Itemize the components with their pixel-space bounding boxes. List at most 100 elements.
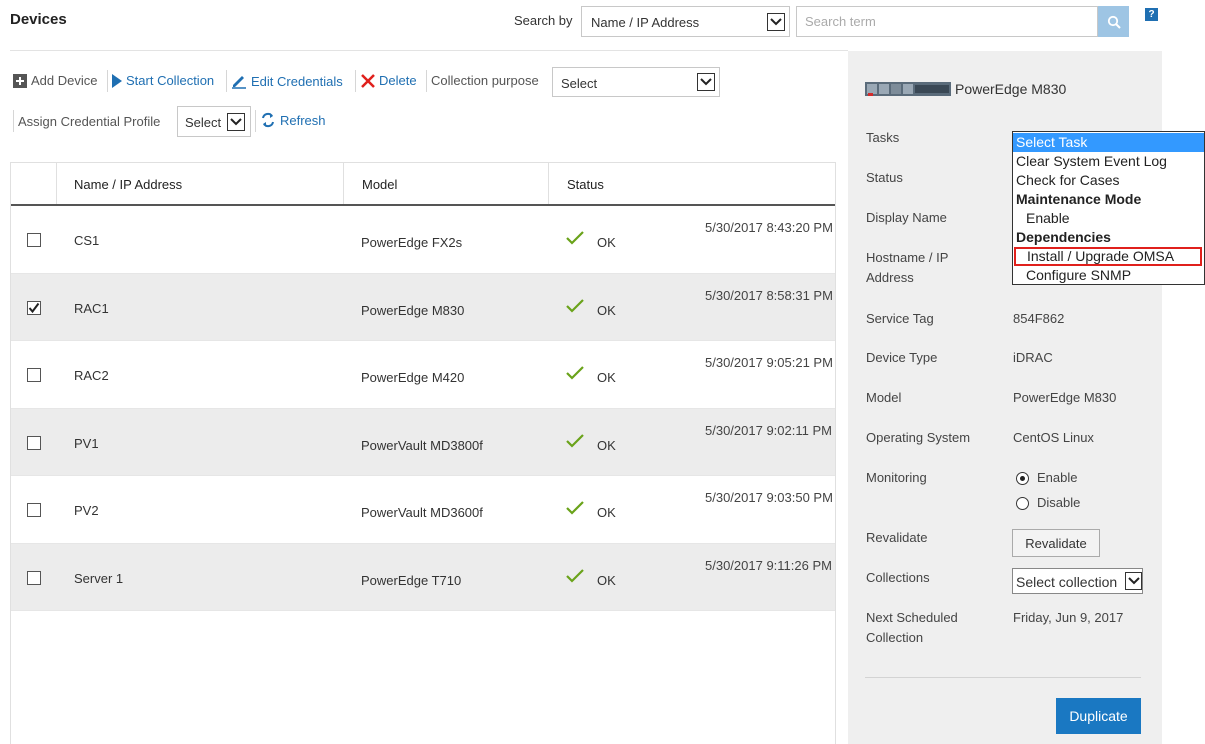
- task-option-clear-sel[interactable]: Clear System Event Log: [1013, 152, 1204, 171]
- device-status: OK: [597, 505, 616, 520]
- help-icon[interactable]: ?: [1145, 8, 1158, 21]
- monitoring-disable-radio[interactable]: [1016, 497, 1029, 510]
- ok-check-icon: [566, 366, 584, 380]
- column-header-name[interactable]: Name / IP Address: [74, 177, 182, 192]
- toolbar-divider: [355, 70, 356, 92]
- assign-profile-select[interactable]: Select: [177, 106, 251, 137]
- search-by-label: Search by: [514, 13, 573, 28]
- edit-credentials-button[interactable]: Edit Credentials: [231, 73, 343, 89]
- search-by-value: Name / IP Address: [591, 15, 700, 30]
- revalidate-button[interactable]: Revalidate: [1012, 529, 1100, 557]
- device-title: PowerEdge M830: [955, 81, 1067, 97]
- last-collected: 5/30/2017 9:11:26 PM: [705, 557, 832, 573]
- model-value: PowerEdge M830: [1013, 390, 1117, 405]
- chevron-down-icon: [1125, 572, 1142, 590]
- device-name: RAC2: [74, 368, 109, 383]
- chevron-down-icon: [697, 73, 715, 91]
- edit-credentials-label: Edit Credentials: [251, 73, 343, 89]
- last-collected: 5/30/2017 8:58:31 PM: [705, 287, 833, 303]
- start-collection-button[interactable]: Start Collection: [112, 73, 214, 88]
- toolbar-divider: [255, 110, 256, 132]
- refresh-icon: [262, 112, 274, 128]
- device-name: PV2: [74, 503, 99, 518]
- search-button[interactable]: [1098, 6, 1129, 37]
- refresh-button[interactable]: Refresh: [260, 112, 326, 128]
- task-option-install-omsa[interactable]: Install / Upgrade OMSA: [1014, 247, 1202, 266]
- start-collection-icon: [112, 73, 122, 88]
- chevron-down-icon: [767, 13, 785, 31]
- service-tag-label: Service Tag: [866, 311, 934, 326]
- device-model: PowerEdge T710: [361, 572, 462, 588]
- ok-check-icon: [566, 501, 584, 515]
- search-by-select[interactable]: Name / IP Address: [581, 6, 790, 37]
- duplicate-button[interactable]: Duplicate: [1056, 698, 1141, 734]
- collections-select[interactable]: Select collection: [1012, 568, 1143, 594]
- row-checkbox[interactable]: [27, 368, 41, 382]
- search-input[interactable]: [796, 6, 1098, 37]
- last-collected: 5/30/2017 8:43:20 PM: [705, 220, 833, 235]
- device-status: OK: [597, 572, 616, 588]
- toolbar-divider: [107, 70, 108, 92]
- hostname-label-line2: Address: [866, 270, 914, 285]
- task-group-dependencies: Dependencies: [1016, 229, 1111, 245]
- chevron-down-icon: [227, 113, 245, 131]
- add-device-button[interactable]: Add Device: [13, 73, 97, 88]
- revalidate-label: Revalidate: [866, 530, 928, 545]
- header-divider: [10, 50, 848, 51]
- monitoring-enable-label: Enable: [1037, 470, 1078, 485]
- add-device-icon: [13, 73, 27, 88]
- device-type-label: Device Type: [866, 350, 938, 365]
- delete-label: Delete: [379, 73, 417, 88]
- table-row[interactable]: RAC1 PowerEdge M830 OK 5/30/2017 8:58:31…: [11, 273, 835, 341]
- assign-profile-value: Select: [185, 115, 222, 130]
- device-model: PowerEdge FX2s: [361, 235, 463, 250]
- last-collected: 5/30/2017 9:03:50 PM: [705, 490, 833, 505]
- column-header-model[interactable]: Model: [362, 177, 397, 192]
- device-model: PowerVault MD3600f: [361, 505, 483, 520]
- device-status: OK: [597, 370, 616, 385]
- os-value: CentOS Linux: [1013, 430, 1094, 445]
- table-row[interactable]: PV1 PowerVault MD3800f OK 5/30/2017 9:02…: [11, 408, 835, 476]
- next-collection-label: Next Scheduled: [866, 610, 958, 625]
- column-divider: [56, 163, 57, 204]
- table-header: Name / IP Address Model Status: [11, 163, 835, 206]
- column-divider: [548, 163, 549, 204]
- device-name: Server 1: [74, 570, 124, 586]
- monitoring-enable-radio[interactable]: [1016, 472, 1029, 485]
- table-row[interactable]: CS1 PowerEdge FX2s OK 5/30/2017 8:43:20 …: [11, 206, 835, 274]
- collection-purpose-select[interactable]: Select: [552, 67, 720, 97]
- last-collected: 5/30/2017 9:05:21 PM: [705, 355, 833, 370]
- ok-check-icon: [566, 433, 584, 448]
- toolbar-divider: [426, 70, 427, 92]
- row-checkbox[interactable]: [27, 300, 41, 315]
- task-option-enable-maintenance[interactable]: Enable: [1013, 209, 1204, 228]
- last-collected: 5/30/2017 9:02:11 PM: [705, 422, 832, 438]
- server-image: [865, 82, 951, 96]
- table-row[interactable]: RAC2 PowerEdge M420 OK 5/30/2017 9:05:21…: [11, 341, 835, 409]
- start-collection-label: Start Collection: [126, 73, 215, 88]
- column-header-status[interactable]: Status: [567, 177, 604, 192]
- monitoring-disable-label: Disable: [1037, 495, 1081, 510]
- device-model: PowerVault MD3800f: [361, 437, 483, 453]
- row-checkbox[interactable]: [27, 503, 41, 517]
- tasks-dropdown-list[interactable]: Select Task Clear System Event Log Check…: [1012, 131, 1205, 285]
- device-status: OK: [597, 302, 616, 318]
- edit-credentials-icon: [232, 76, 246, 89]
- task-option-check-cases[interactable]: Check for Cases: [1013, 171, 1204, 190]
- devices-table: Name / IP Address Model Status CS1 Power…: [10, 162, 836, 744]
- row-checkbox[interactable]: [27, 570, 41, 585]
- task-group-maintenance-mode: Maintenance Mode: [1016, 191, 1142, 207]
- delete-button[interactable]: Delete: [361, 73, 417, 88]
- device-status: OK: [597, 437, 616, 453]
- task-option-select-task[interactable]: Select Task: [1013, 133, 1204, 152]
- table-row[interactable]: Server 1 PowerEdge T710 OK 5/30/2017 9:1…: [11, 543, 835, 611]
- tasks-label: Tasks: [866, 130, 900, 145]
- task-option-configure-snmp[interactable]: Configure SNMP: [1013, 266, 1204, 285]
- row-checkbox[interactable]: [27, 233, 41, 247]
- collection-purpose-value: Select: [561, 76, 598, 91]
- device-status: OK: [597, 235, 616, 250]
- table-row[interactable]: PV2 PowerVault MD3600f OK 5/30/2017 9:03…: [11, 476, 835, 544]
- search-icon: [1107, 15, 1121, 29]
- service-tag-value: 854F862: [1013, 311, 1065, 326]
- row-checkbox[interactable]: [27, 435, 41, 450]
